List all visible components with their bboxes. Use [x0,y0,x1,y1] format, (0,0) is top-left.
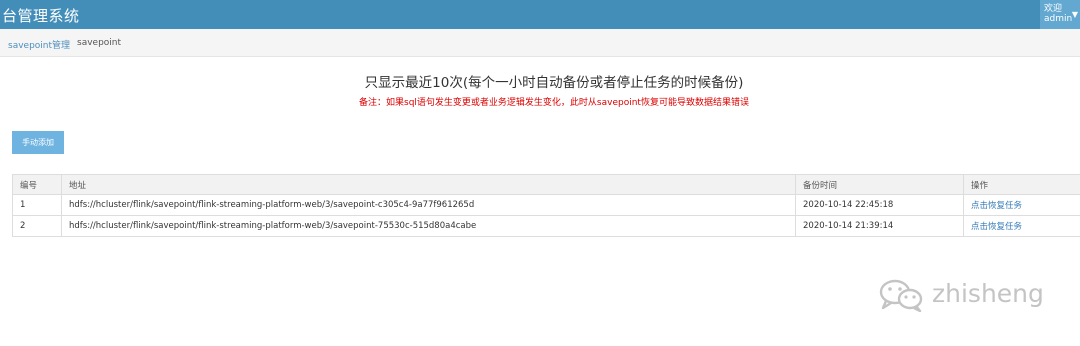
column-header-path: 地址 [61,174,796,195]
breadcrumb: savepoint管理 › savepoint [0,29,1080,57]
table-header-row: 编号 地址 备份时间 操作 [12,174,1080,195]
table-row: 1 hdfs://hcluster/flink/savepoint/flink-… [12,194,1080,216]
cell-time: 2020-10-14 22:45:18 [795,194,964,216]
column-header-time: 备份时间 [795,174,964,195]
column-header-id: 编号 [12,174,62,195]
welcome-text: 欢迎 [1044,4,1063,14]
restore-task-link[interactable]: 点击恢复任务 [963,215,1080,237]
user-menu[interactable]: 欢迎 admin ▼ [1040,0,1080,29]
savepoint-table: 编号 地址 备份时间 操作 1 hdfs://hcluster/flink/sa… [12,174,1080,237]
caret-down-icon: ▼ [1071,10,1078,19]
breadcrumb-link-savepoint-manage[interactable]: savepoint管理 [8,38,70,51]
navbar: 台管理系统 欢迎 admin ▼ [0,0,1080,29]
chevron-right-icon: › [65,37,69,47]
table-row: 2 hdfs://hcluster/flink/savepoint/flink-… [12,215,1080,237]
cell-id: 2 [12,215,62,237]
app-title: 台管理系统 [2,7,80,25]
cell-id: 1 [12,194,62,216]
watermark: zhisheng [878,274,1058,314]
column-header-action: 操作 [963,174,1080,195]
cell-time: 2020-10-14 21:39:14 [795,215,964,237]
restore-task-link[interactable]: 点击恢复任务 [963,194,1080,216]
breadcrumb-current: savepoint [77,38,122,48]
page-notice-title: 只显示最近10次(每个一小时自动备份或者停止任务的时候备份) [364,75,744,91]
warning-text: 备注：如果sql语句发生变更或者业务逻辑发生变化，此时从savepoint恢复可… [359,98,749,108]
username: admin [1044,14,1073,24]
manual-add-button[interactable]: 手动添加 [12,131,64,154]
cell-path: hdfs://hcluster/flink/savepoint/flink-st… [61,194,796,216]
cell-path: hdfs://hcluster/flink/savepoint/flink-st… [61,215,796,237]
watermark-text: zhisheng [932,279,1044,308]
